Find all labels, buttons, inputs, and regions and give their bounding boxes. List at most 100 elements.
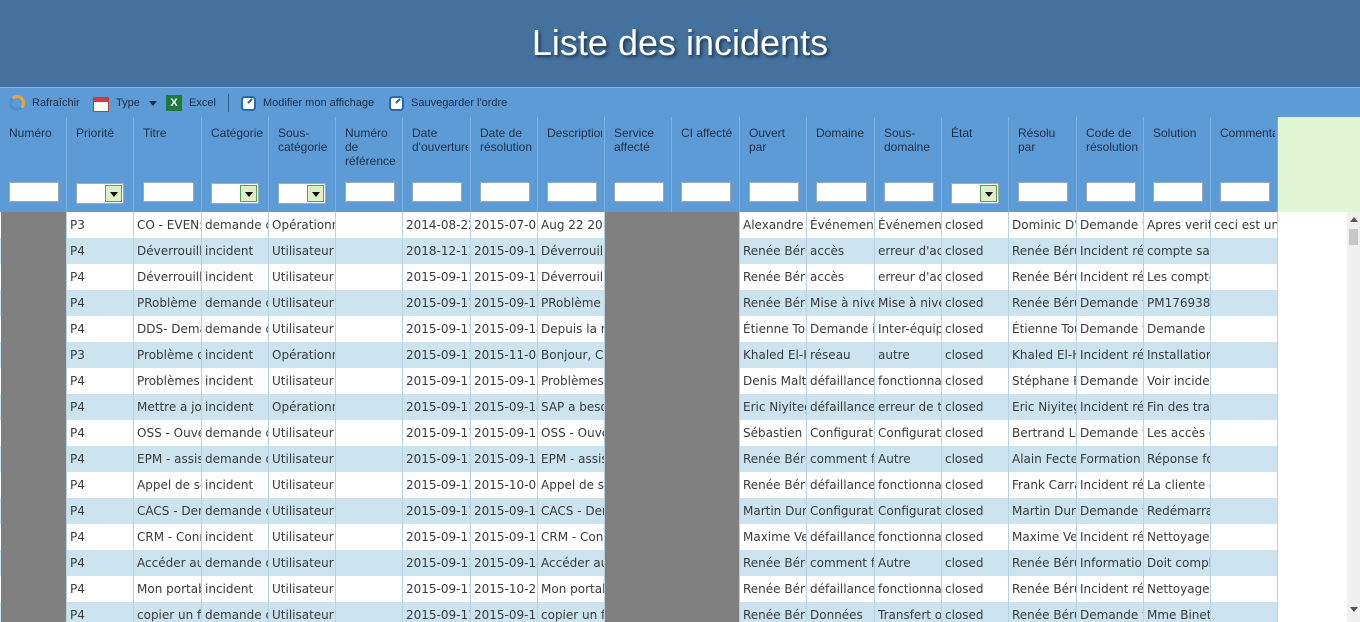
- excel-export-button[interactable]: X Excel: [166, 94, 216, 112]
- cell-etat: closed: [942, 550, 1009, 576]
- column-label: Date d'ouverture: [412, 126, 468, 154]
- cell-domaine: comment fa: [807, 550, 875, 576]
- column-header-numero[interactable]: Numéro: [0, 117, 67, 212]
- cell-domaine: Demande in: [807, 316, 875, 342]
- cell-categorie: incident: [202, 576, 269, 602]
- scroll-thumb[interactable]: [1349, 229, 1358, 245]
- filter-input-date_ouv[interactable]: [412, 182, 462, 202]
- cell-resolu_par: Renée Béru: [1009, 576, 1077, 602]
- cell-description: Depuis la m: [538, 316, 605, 342]
- column-header-ouvert_par[interactable]: Ouvert par: [740, 117, 807, 212]
- cell-num_ref: [336, 472, 403, 498]
- cell-solution: PM176938 r: [1144, 290, 1211, 316]
- column-header-code_res[interactable]: Code de résolution: [1077, 117, 1144, 212]
- cell-sous_domaine: fonctionnali: [875, 524, 942, 550]
- cell-resolu_par: Eric Niyitege: [1009, 394, 1077, 420]
- cell-etat: closed: [942, 368, 1009, 394]
- column-label: État: [951, 126, 973, 140]
- filter-input-commentaire[interactable]: [1220, 182, 1270, 202]
- chevron-down-icon[interactable]: [105, 185, 122, 202]
- vertical-scrollbar[interactable]: [1347, 212, 1360, 622]
- column-header-priorite[interactable]: Priorité: [67, 117, 134, 212]
- cell-solution: Doit complé: [1144, 550, 1211, 576]
- cell-etat: closed: [942, 472, 1009, 498]
- filter-input-numero[interactable]: [9, 182, 59, 202]
- filter-input-code_res[interactable]: [1086, 182, 1136, 202]
- excel-icon: X: [166, 95, 182, 111]
- column-header-sous_domaine[interactable]: Sous- domaine: [875, 117, 942, 212]
- column-header-date_res[interactable]: Date de résolution: [471, 117, 538, 212]
- filter-input-solution[interactable]: [1153, 182, 1203, 202]
- cell-etat: closed: [942, 420, 1009, 446]
- filter-input-description[interactable]: [547, 182, 597, 202]
- cell-date_ouv: 2015-09-11: [403, 420, 471, 446]
- column-header-etat[interactable]: État: [942, 117, 1009, 212]
- cell-num_ref: [336, 576, 403, 602]
- type-dropdown-button[interactable]: Type: [93, 94, 157, 112]
- filter-select-priorite[interactable]: [76, 183, 124, 204]
- calendar-icon: [93, 96, 109, 112]
- cell-sous_domaine: erreur d'acc: [875, 264, 942, 290]
- filter-input-date_res[interactable]: [480, 182, 530, 202]
- cell-titre: copier un fic: [134, 602, 202, 622]
- column-label: Sous- catégorie: [278, 126, 328, 154]
- cell-solution: La cliente co: [1144, 472, 1211, 498]
- column-header-num_ref[interactable]: Numéro de référence: [336, 117, 403, 212]
- chevron-down-icon[interactable]: [307, 185, 324, 202]
- scroll-up-icon[interactable]: [1350, 217, 1358, 222]
- column-header-solution[interactable]: Solution: [1144, 117, 1211, 212]
- save-order-button[interactable]: Sauvegarder l'ordre: [389, 94, 507, 112]
- cell-num_ref: [336, 290, 403, 316]
- cell-etat: closed: [942, 602, 1009, 622]
- column-header-categorie[interactable]: Catégorie: [202, 117, 269, 212]
- cell-num_ref: [336, 446, 403, 472]
- cell-titre: Déverrouillé: [134, 264, 202, 290]
- filter-select-categorie[interactable]: [211, 183, 259, 204]
- cell-priorite: P4: [67, 394, 134, 420]
- modify-view-button[interactable]: Modifier mon affichage: [241, 94, 374, 112]
- cell-date_res: 2015-11-04: [471, 342, 538, 368]
- cell-sous_categorie: Utilisateur: [269, 576, 336, 602]
- filter-input-domaine[interactable]: [816, 182, 867, 202]
- chevron-down-icon[interactable]: [980, 185, 997, 202]
- refresh-button[interactable]: Rafraîchir: [9, 94, 80, 112]
- column-header-description[interactable]: Description: [538, 117, 605, 212]
- cell-description: Déverrouillé: [538, 238, 605, 264]
- filter-select-etat[interactable]: [951, 183, 999, 204]
- filter-input-resolu_par[interactable]: [1018, 182, 1068, 202]
- cell-domaine: Événement: [807, 212, 875, 238]
- column-header-domaine[interactable]: Domaine: [807, 117, 875, 212]
- filter-input-sous_domaine[interactable]: [884, 182, 934, 202]
- cell-sous_domaine: fonctionnali: [875, 472, 942, 498]
- filter-input-ci[interactable]: [681, 182, 731, 202]
- cell-categorie: demande de: [202, 420, 269, 446]
- filter-input-service[interactable]: [614, 182, 664, 202]
- filter-select-sous_categorie[interactable]: [278, 183, 326, 204]
- cell-date_ouv: 2015-09-11: [403, 368, 471, 394]
- cell-domaine: Données: [807, 602, 875, 622]
- scroll-down-icon[interactable]: [1350, 607, 1358, 612]
- column-label: Numéro: [9, 126, 52, 140]
- filter-input-ouvert_par[interactable]: [749, 182, 799, 202]
- filter-input-titre[interactable]: [143, 182, 194, 202]
- column-header-resolu_par[interactable]: Résolu par: [1009, 117, 1077, 212]
- cell-ouvert_par: Renée Béru: [740, 550, 807, 576]
- column-header-commentaire[interactable]: Commenta: [1211, 117, 1278, 212]
- column-header-service[interactable]: Service affecté: [605, 117, 672, 212]
- column-header-date_ouv[interactable]: Date d'ouverture: [403, 117, 471, 212]
- filter-input-num_ref[interactable]: [345, 182, 395, 202]
- column-header-ci[interactable]: CI affecté: [672, 117, 740, 212]
- redacted-column-numero: [1, 212, 66, 622]
- cell-num_ref: [336, 524, 403, 550]
- cell-ouvert_par: Khaled El-H: [740, 342, 807, 368]
- cell-priorite: P4: [67, 290, 134, 316]
- cell-sous_categorie: Utilisateur: [269, 472, 336, 498]
- cell-commentaire: [1211, 498, 1278, 524]
- column-header-titre[interactable]: Titre: [134, 117, 202, 212]
- cell-sous_domaine: Événement: [875, 212, 942, 238]
- column-header-sous_categorie[interactable]: Sous- catégorie: [269, 117, 336, 212]
- cell-etat: closed: [942, 290, 1009, 316]
- cell-date_ouv: 2015-09-11: [403, 550, 471, 576]
- chevron-down-icon[interactable]: [240, 185, 257, 202]
- cell-description: Mon portabl: [538, 576, 605, 602]
